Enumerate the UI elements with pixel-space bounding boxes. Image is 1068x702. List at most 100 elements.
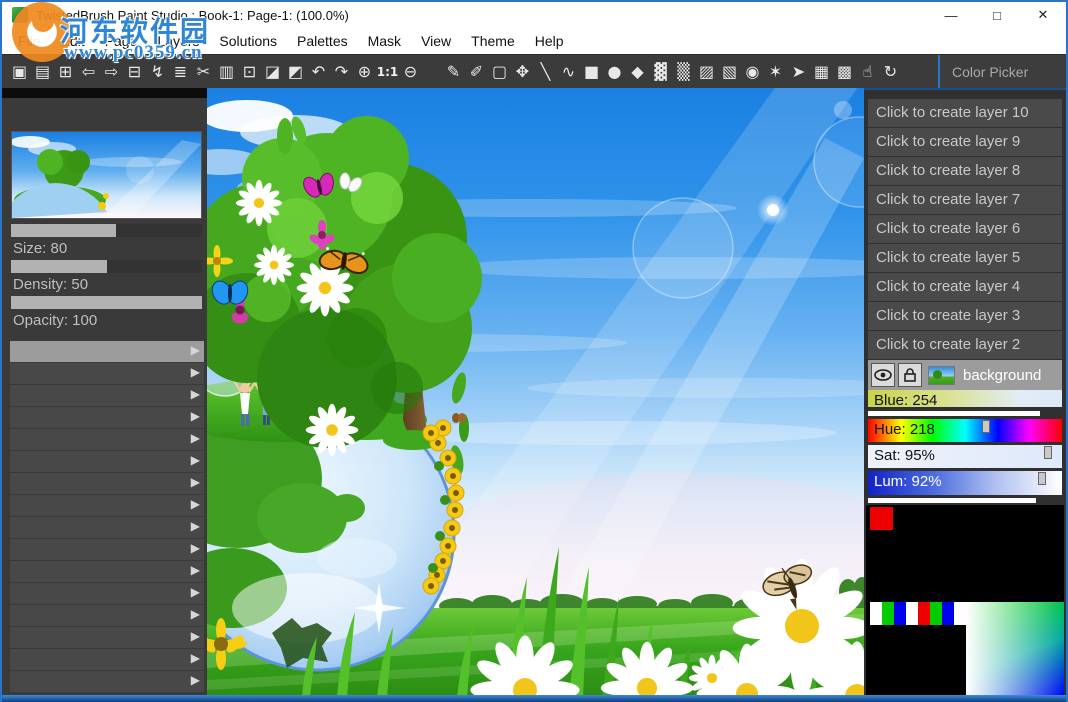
- color-picker-area[interactable]: [866, 505, 1064, 697]
- blue-slider[interactable]: Blue: 254: [868, 390, 1062, 407]
- lasso-icon[interactable]: ∿: [557, 59, 580, 85]
- undo-icon[interactable]: ↶: [307, 59, 330, 85]
- pan-hand-icon[interactable]: ☝: [856, 59, 879, 85]
- fill-icon[interactable]: ◆: [626, 59, 649, 85]
- size-slider[interactable]: [11, 224, 202, 237]
- line-icon[interactable]: ╲: [534, 59, 557, 85]
- paste-icon[interactable]: ⊡: [238, 59, 261, 85]
- brush-shortcut-row[interactable]: ▶: [10, 495, 204, 516]
- add-page-icon[interactable]: ⊟: [123, 59, 146, 85]
- lum-slider[interactable]: Lum: 92%: [868, 471, 1062, 495]
- copy-icon[interactable]: ▥: [215, 59, 238, 85]
- saturation-luminance-picker[interactable]: [966, 602, 1064, 697]
- layer-slot[interactable]: Click to create layer 6: [868, 215, 1062, 243]
- layer-slot[interactable]: Click to create layer 5: [868, 244, 1062, 272]
- redo-icon[interactable]: ↷: [330, 59, 353, 85]
- color-swatch[interactable]: [906, 602, 918, 625]
- pattern-corner-icon[interactable]: ▧: [718, 59, 741, 85]
- prev-page-icon[interactable]: ⇦: [77, 59, 100, 85]
- eraser-icon[interactable]: ◪: [261, 59, 284, 85]
- menu-item-view[interactable]: View: [411, 30, 461, 52]
- cut-icon[interactable]: ✂: [192, 59, 215, 85]
- rotate-view-icon[interactable]: ↻: [879, 59, 902, 85]
- layer-lock-button[interactable]: [898, 363, 922, 387]
- menu-item-page[interactable]: Page: [95, 30, 148, 52]
- clone-icon[interactable]: ◩: [284, 59, 307, 85]
- brush-preview-image[interactable]: [11, 131, 202, 219]
- warp-icon[interactable]: ➤: [787, 59, 810, 85]
- color-swatch[interactable]: [942, 602, 954, 625]
- brush-shortcut-row[interactable]: ▶: [10, 473, 204, 494]
- canvas[interactable]: [207, 88, 864, 697]
- eyedropper-icon[interactable]: ✐: [465, 59, 488, 85]
- actual-size-icon[interactable]: 1:1: [376, 59, 399, 85]
- brush-shortcut-row[interactable]: ▶: [10, 583, 204, 604]
- menu-item-mask[interactable]: Mask: [358, 30, 411, 52]
- maximize-button[interactable]: □: [974, 2, 1020, 28]
- menu-item-layers[interactable]: Layers: [147, 30, 209, 52]
- script-list-icon[interactable]: ≣: [169, 59, 192, 85]
- layer-slot[interactable]: Click to create layer 7: [868, 186, 1062, 214]
- grid-paste-icon[interactable]: ▩: [833, 59, 856, 85]
- sat-slider-handle[interactable]: [1044, 446, 1052, 459]
- background-layer-row[interactable]: background: [868, 360, 1062, 390]
- density-slider[interactable]: [11, 260, 202, 273]
- brush-shortcut-row[interactable]: ▶: [10, 451, 204, 472]
- next-page-icon[interactable]: ⇨: [100, 59, 123, 85]
- menu-item-help[interactable]: Help: [525, 30, 574, 52]
- brush-shortcut-row[interactable]: ▶: [10, 385, 204, 406]
- pattern-circle-icon[interactable]: ◉: [741, 59, 764, 85]
- effects-icon[interactable]: ↯: [146, 59, 169, 85]
- menu-item-theme[interactable]: Theme: [461, 30, 525, 52]
- color-picker-panel-header[interactable]: Color Picker: [938, 55, 1066, 88]
- open-page-icon[interactable]: ⊞: [54, 59, 77, 85]
- current-color-swatch[interactable]: [870, 507, 893, 530]
- save-icon[interactable]: ▣: [8, 59, 31, 85]
- layer-slot[interactable]: Click to create layer 4: [868, 273, 1062, 301]
- layer-slot[interactable]: Click to create layer 9: [868, 128, 1062, 156]
- color-swatch[interactable]: [930, 602, 942, 625]
- crop-icon[interactable]: ▢: [488, 59, 511, 85]
- brush-shortcut-row[interactable]: ▶: [10, 429, 204, 450]
- color-swatch[interactable]: [918, 602, 930, 625]
- color-swatch[interactable]: [954, 602, 966, 625]
- pattern-rect-icon[interactable]: ▒: [672, 59, 695, 85]
- layer-slot[interactable]: Click to create layer 10: [868, 99, 1062, 127]
- minimize-button[interactable]: —: [928, 2, 974, 28]
- brush-shortcut-row[interactable]: ▶: [10, 649, 204, 670]
- lum-slider-handle[interactable]: [1038, 472, 1046, 485]
- close-button[interactable]: ✕: [1020, 2, 1066, 28]
- menu-item-palettes[interactable]: Palettes: [287, 30, 358, 52]
- opacity-slider[interactable]: [11, 296, 202, 309]
- grid-copy-icon[interactable]: ▦: [810, 59, 833, 85]
- menu-item-edit[interactable]: Edit: [51, 30, 95, 52]
- sat-slider[interactable]: Sat: 95%: [868, 445, 1062, 468]
- layer-slot[interactable]: Click to create layer 3: [868, 302, 1062, 330]
- menu-item-file[interactable]: File: [8, 30, 51, 52]
- brush-shortcut-row[interactable]: ▶: [10, 539, 204, 560]
- paint-brush-icon[interactable]: ✎: [442, 59, 465, 85]
- brush-shortcut-row[interactable]: ▶: [10, 407, 204, 428]
- zoom-in-icon[interactable]: ⊕: [353, 59, 376, 85]
- brush-shortcut-row[interactable]: ▶: [10, 561, 204, 582]
- zoom-out-icon[interactable]: ⊖: [399, 59, 422, 85]
- layer-visibility-button[interactable]: [871, 363, 895, 387]
- magic-wand-icon[interactable]: ✶: [764, 59, 787, 85]
- hue-slider[interactable]: Hue: 218: [868, 419, 1062, 442]
- hue-slider-handle[interactable]: [982, 420, 990, 433]
- color-swatch[interactable]: [882, 602, 894, 625]
- color-swatch[interactable]: [894, 602, 906, 625]
- brush-shortcut-row[interactable]: ▶: [10, 363, 204, 384]
- book-pages-icon[interactable]: ▤: [31, 59, 54, 85]
- brush-shortcut-row[interactable]: ▶: [10, 605, 204, 626]
- brush-shortcut-row[interactable]: ▶: [10, 517, 204, 538]
- rect-select-icon[interactable]: ■: [580, 59, 603, 85]
- move-icon[interactable]: ✥: [511, 59, 534, 85]
- ellipse-select-icon[interactable]: ●: [603, 59, 626, 85]
- menu-item-solutions[interactable]: Solutions: [209, 30, 287, 52]
- layer-slot[interactable]: Click to create layer 8: [868, 157, 1062, 185]
- color-swatch[interactable]: [870, 602, 882, 625]
- brush-shortcut-row[interactable]: ▶: [10, 341, 204, 362]
- brush-shortcut-row[interactable]: ▶: [10, 671, 204, 692]
- layer-slot[interactable]: Click to create layer 2: [868, 331, 1062, 359]
